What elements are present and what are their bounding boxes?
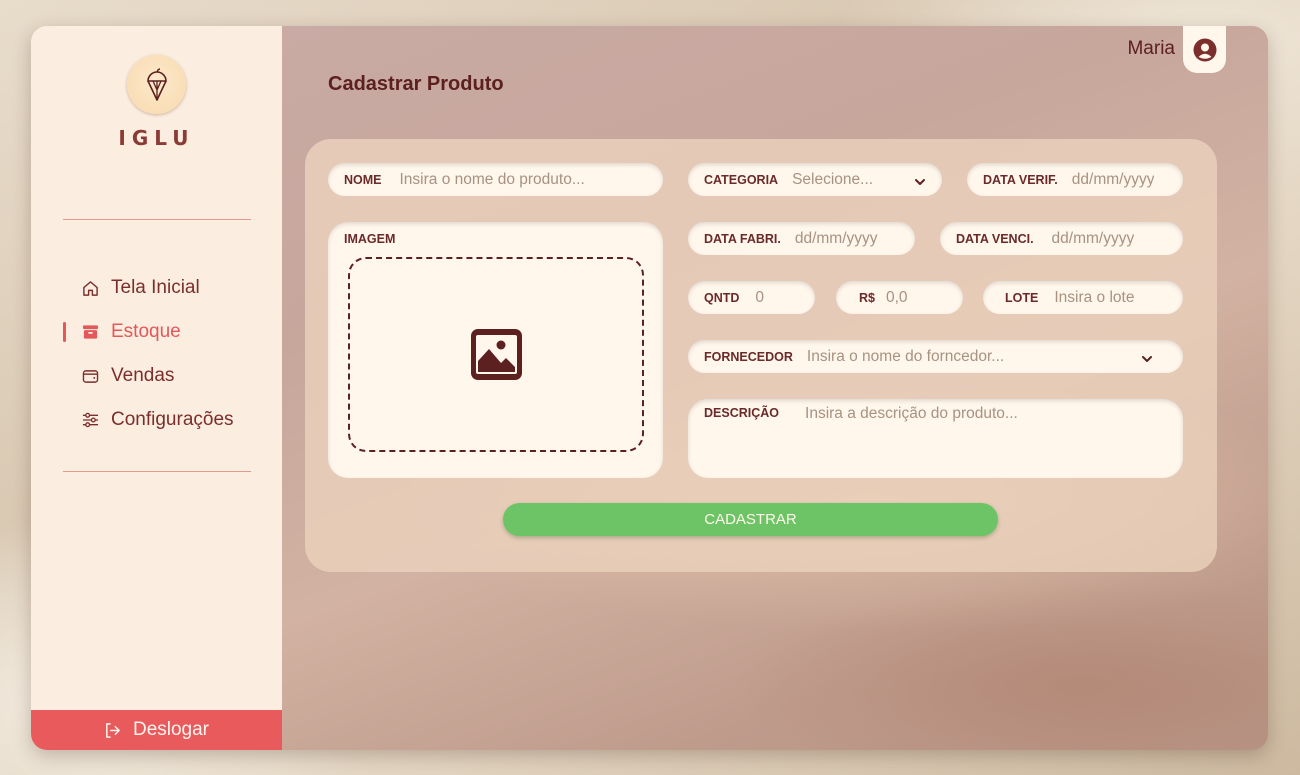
sidebar-item-label: Configurações	[111, 409, 234, 430]
sidebar-item-label: Estoque	[111, 321, 181, 342]
data-venci-field[interactable]: DATA VENCI. dd/mm/yyyy	[940, 222, 1183, 255]
data-venci-label: DATA VENCI.	[956, 231, 1034, 246]
preco-field[interactable]: R$ 0,0	[836, 281, 963, 314]
preco-label: R$	[859, 290, 875, 305]
logout-label: Deslogar	[132, 719, 210, 740]
descricao-placeholder: Insira a descrição do produto...	[805, 405, 1018, 422]
sidebar-item-vendas[interactable]: Vendas	[63, 354, 263, 398]
descricao-textarea[interactable]: DESCRIÇÃO Insira a descrição do produto.…	[688, 399, 1183, 478]
categoria-label: CATEGORIA	[704, 172, 779, 187]
nome-placeholder: Insira o nome do produto...	[399, 170, 585, 188]
sidebar-divider-top	[63, 219, 251, 220]
chevron-down-icon	[1141, 349, 1153, 368]
data-venci-placeholder: dd/mm/yyyy	[1051, 229, 1135, 247]
sidebar-nav: Tela Inicial Estoque Vendas Configuraçõe…	[63, 266, 263, 442]
image-dropzone[interactable]	[348, 257, 644, 452]
fornecedor-label: FORNECEDOR	[704, 349, 793, 364]
categoria-placeholder: Selecione...	[792, 170, 874, 188]
sidebar-item-estoque[interactable]: Estoque	[63, 310, 263, 354]
home-icon	[81, 279, 99, 297]
user-menu[interactable]: Maria	[1127, 26, 1226, 73]
app-window: IGLU Tela Inicial Estoque Vendas Configu…	[31, 26, 1268, 750]
lote-label: LOTE	[1005, 290, 1039, 305]
archive-box-icon	[81, 323, 99, 341]
user-circle-icon	[1193, 38, 1216, 61]
qntd-placeholder: 0	[755, 288, 765, 306]
nome-field[interactable]: NOME Insira o nome do produto...	[328, 163, 663, 196]
imagem-upload: IMAGEM	[328, 222, 663, 478]
sidebar-item-configuracoes[interactable]: Configurações	[63, 398, 263, 442]
user-name: Maria	[1127, 37, 1175, 59]
sidebar-item-label: Vendas	[111, 365, 175, 386]
fornecedor-select[interactable]: FORNECEDOR Insira o nome do forncedor...	[688, 340, 1183, 373]
sidebar-divider-bottom	[63, 471, 251, 472]
data-fabri-label: DATA FABRI.	[704, 231, 781, 246]
data-verif-field[interactable]: DATA VERIF. dd/mm/yyyy	[967, 163, 1183, 196]
imagem-label: IMAGEM	[344, 232, 396, 246]
product-form-card: NOME Insira o nome do produto... CATEGOR…	[305, 139, 1217, 572]
chevron-down-icon	[914, 172, 926, 191]
categoria-select[interactable]: CATEGORIA Selecione...	[688, 163, 942, 196]
data-fabri-placeholder: dd/mm/yyyy	[794, 229, 878, 247]
fornecedor-placeholder: Insira o nome do forncedor...	[806, 347, 1005, 365]
sidebar: IGLU Tela Inicial Estoque Vendas Configu…	[31, 26, 282, 750]
sliders-icon	[81, 411, 99, 429]
data-verif-placeholder: dd/mm/yyyy	[1071, 170, 1155, 188]
nome-label: NOME	[344, 172, 382, 187]
lote-placeholder: Insira o lote	[1054, 288, 1135, 306]
ice-cream-icon	[146, 67, 167, 101]
page-title: Cadastrar Produto	[328, 73, 504, 95]
logo	[127, 55, 186, 114]
lote-field[interactable]: LOTE Insira o lote	[983, 281, 1183, 314]
logout-button[interactable]: Deslogar	[31, 710, 282, 750]
image-icon	[470, 329, 522, 380]
cadastrar-button[interactable]: CADASTRAR	[503, 503, 998, 536]
preco-placeholder: 0,0	[885, 288, 908, 306]
qntd-label: QNTD	[704, 290, 740, 305]
brand-name: IGLU	[118, 126, 195, 150]
logout-icon	[104, 722, 121, 739]
data-fabri-field[interactable]: DATA FABRI. dd/mm/yyyy	[688, 222, 915, 255]
wallet-icon	[81, 367, 99, 385]
sidebar-item-label: Tela Inicial	[111, 277, 200, 298]
descricao-label: DESCRIÇÃO	[704, 406, 780, 420]
main-content: Maria Cadastrar Produto NOME Insira o no…	[282, 26, 1268, 750]
data-verif-label: DATA VERIF.	[983, 172, 1058, 187]
qntd-field[interactable]: QNTD 0	[688, 281, 815, 314]
sidebar-item-tela-inicial[interactable]: Tela Inicial	[63, 266, 263, 310]
user-avatar-tab[interactable]	[1183, 26, 1226, 73]
